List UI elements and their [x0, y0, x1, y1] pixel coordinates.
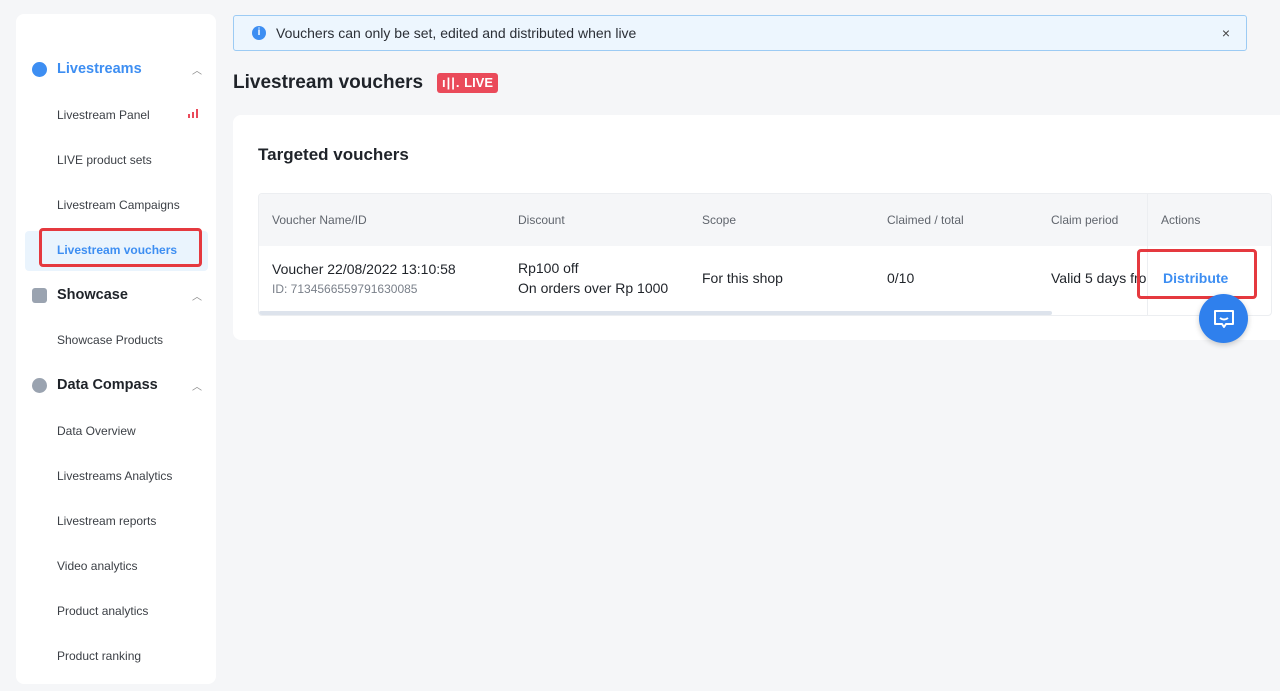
vouchers-card: Targeted vouchers Voucher Name/ID Discou…	[233, 115, 1280, 340]
sidebar-group-livestreams[interactable]: Livestreams ︿	[32, 61, 202, 77]
sidebar-item-video-analytics[interactable]: Video analytics	[57, 559, 138, 573]
header-discount: Discount	[518, 213, 565, 227]
sidebar-group-showcase[interactable]: Showcase ︿	[32, 287, 202, 303]
store-icon	[32, 287, 47, 303]
sidebar-item-data-overview[interactable]: Data Overview	[57, 424, 136, 438]
sidebar-item-livestream-panel[interactable]: Livestream Panel	[57, 108, 150, 122]
live-label: LIVE	[464, 75, 494, 90]
page-title: Livestream vouchers	[233, 72, 424, 93]
live-bars-icon: ı||.	[442, 75, 461, 90]
close-icon[interactable]: ×	[1222, 25, 1230, 41]
chevron-up-icon[interactable]: ︿	[192, 378, 202, 393]
chevron-up-icon[interactable]: ︿	[192, 62, 202, 77]
claim-period: Valid 5 days fro	[1051, 270, 1147, 286]
chat-icon	[1213, 309, 1234, 328]
group-label: Data Compass	[57, 377, 158, 393]
compass-icon	[32, 377, 47, 393]
sidebar-item-livestream-campaigns[interactable]: Livestream Campaigns	[57, 198, 180, 212]
chevron-up-icon[interactable]: ︿	[192, 288, 202, 303]
live-badge: ı||. LIVE	[437, 73, 499, 93]
voucher-id: ID: 7134566559791630085	[272, 282, 418, 296]
sidebar-item-product-ranking[interactable]: Product ranking	[57, 649, 141, 663]
horizontal-scrollbar[interactable]	[259, 311, 1052, 315]
group-label: Livestreams	[57, 61, 142, 77]
discount-amount: Rp100 off	[518, 260, 579, 276]
sidebar-item-showcase-products[interactable]: Showcase Products	[57, 333, 163, 347]
table-header: Voucher Name/ID Discount Scope Claimed /…	[259, 194, 1271, 246]
card-title: Targeted vouchers	[258, 145, 409, 164]
play-icon	[32, 61, 47, 77]
highlight-box	[39, 228, 202, 267]
sidebar-item-live-product-sets[interactable]: LIVE product sets	[57, 153, 152, 167]
vouchers-table: Voucher Name/ID Discount Scope Claimed /…	[258, 193, 1272, 316]
chat-button[interactable]	[1199, 294, 1248, 343]
info-banner: i Vouchers can only be set, edited and d…	[233, 15, 1247, 51]
discount-condition: On orders over Rp 1000	[518, 280, 669, 296]
sidebar-item-livestream-reports[interactable]: Livestream reports	[57, 514, 156, 528]
banner-text: Vouchers can only be set, edited and dis…	[276, 25, 637, 41]
sidebar: Livestreams ︿ Livestream Panel LIVE produ…	[16, 14, 216, 684]
header-voucher: Voucher Name/ID	[272, 213, 367, 227]
highlight-box	[1137, 249, 1257, 299]
group-label: Showcase	[57, 287, 128, 303]
claimed-total: 0/10	[887, 270, 915, 286]
sidebar-group-data-compass[interactable]: Data Compass ︿	[32, 377, 202, 393]
voucher-name: Voucher 22/08/2022 13:10:58	[272, 261, 456, 277]
live-bars-icon	[188, 109, 198, 118]
header-claim-period: Claim period	[1051, 213, 1119, 227]
scope: For this shop	[702, 270, 783, 286]
info-icon: i	[252, 26, 266, 40]
sidebar-item-product-analytics[interactable]: Product analytics	[57, 604, 148, 618]
header-claimed: Claimed / total	[887, 213, 964, 227]
header-scope: Scope	[702, 213, 737, 227]
sidebar-item-livestreams-analytics[interactable]: Livestreams Analytics	[57, 469, 172, 483]
table-row: Voucher 22/08/2022 13:10:58 ID: 71345665…	[259, 246, 1271, 315]
